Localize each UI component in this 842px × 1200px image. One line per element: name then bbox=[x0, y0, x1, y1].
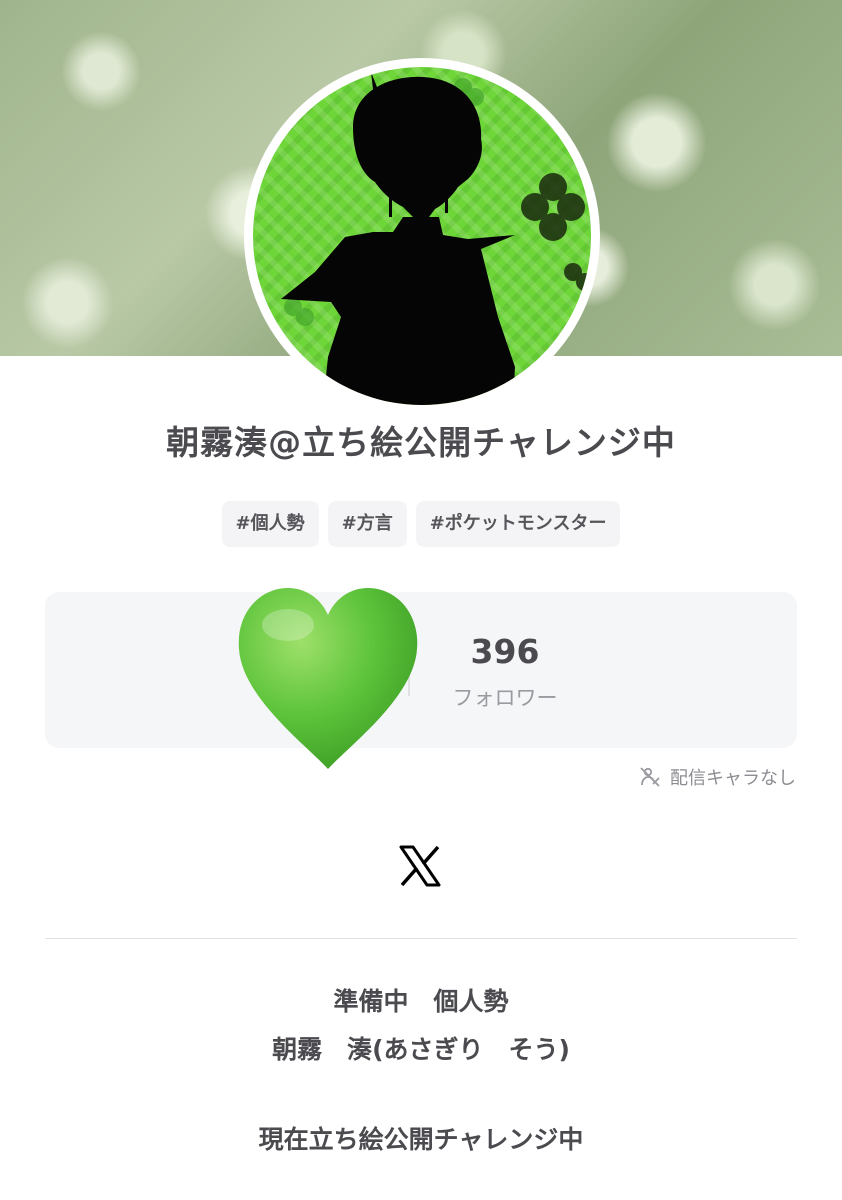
follower-count[interactable]: 396 bbox=[440, 632, 570, 671]
avatar[interactable] bbox=[244, 58, 600, 414]
streamer-status: 配信キャラなし bbox=[638, 764, 796, 790]
green-heart-icon bbox=[238, 588, 418, 769]
tag-pokemon[interactable]: #ポケットモンスター bbox=[415, 501, 621, 547]
tag-list: #個人勢 #方言 #ポケットモンスター bbox=[0, 501, 842, 547]
display-name: 朝霧湊@立ち絵公開チャレンジ中 bbox=[166, 423, 676, 462]
streamer-status-label: 配信キャラなし bbox=[670, 768, 796, 789]
no-character-icon bbox=[640, 767, 660, 787]
follower-label[interactable]: フォロワー bbox=[430, 682, 580, 712]
avatar-silhouette-image bbox=[253, 67, 591, 405]
x-logo-icon[interactable] bbox=[396, 842, 444, 890]
tag-individual[interactable]: #個人勢 bbox=[221, 501, 319, 547]
bio-line: 現在立ち絵公開チャレンジ中 bbox=[258, 1125, 584, 1154]
bio-line: 朝霧 湊(あさぎり そう) bbox=[272, 1035, 570, 1064]
stats-card: 396 フォロワー bbox=[45, 592, 797, 748]
section-divider bbox=[45, 938, 797, 939]
tag-dialect[interactable]: #方言 bbox=[327, 501, 407, 547]
bio-line: 準備中 個人勢 bbox=[333, 987, 509, 1016]
